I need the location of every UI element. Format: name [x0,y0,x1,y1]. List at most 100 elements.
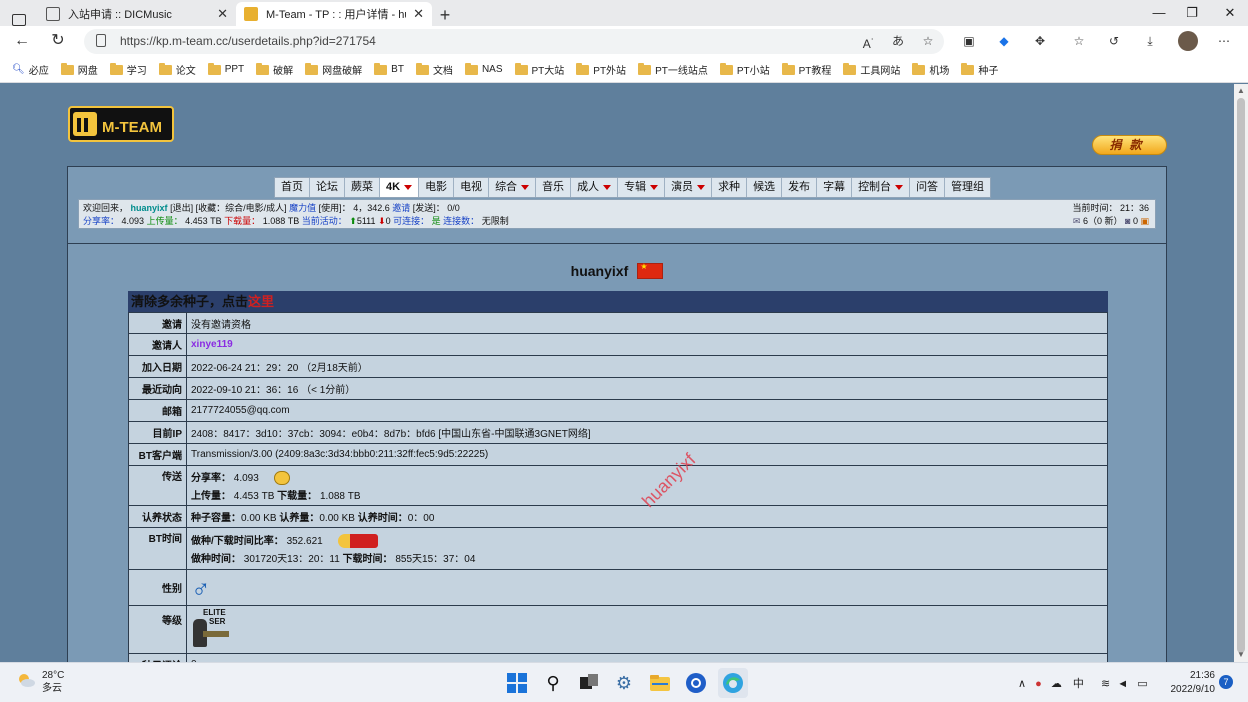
cloud-icon[interactable]: ☁ [1051,678,1062,690]
donate-button[interactable]: 捐款 [1092,135,1167,155]
nav-item[interactable]: 音乐 [536,178,572,197]
read-aloud-icon[interactable]: Aᐧ [858,31,878,51]
keep-amount-value: 0.00 KB [319,513,355,524]
bookmark-folder[interactable]: BT [374,62,404,75]
bookmark-folder[interactable]: 论文 [158,62,196,77]
bookmark-folder[interactable]: 文档 [415,62,453,77]
favorites-link[interactable]: [收藏：综合/电影/成人] [196,203,287,213]
nav-item[interactable]: 管理组 [945,178,990,197]
nav-item[interactable]: 成人 [571,178,619,197]
search-icon[interactable]: ⚲ [541,671,565,695]
favorites-icon[interactable]: ☆ [1069,31,1089,51]
invite-send-link[interactable]: [发送]： [413,203,445,213]
task-view-icon[interactable] [577,671,601,695]
table-row: 性别 ♂ [128,569,1108,606]
bonus-use-link[interactable]: [使用]： [319,203,351,213]
download-icon[interactable]: ⤓ [1140,31,1160,51]
ime-indicator[interactable]: 中 [1073,678,1084,690]
message-count[interactable]: 6（0 新） [1083,216,1123,226]
nav-item[interactable]: 演员 [665,178,713,197]
profile-avatar[interactable] [1178,31,1198,51]
bookmark-folder[interactable]: 网盘破解 [305,62,362,77]
rss-icon[interactable]: ▣ [1140,216,1149,226]
nav-item[interactable]: 字幕 [817,178,853,197]
new-tab-button[interactable]: + [432,4,458,26]
more-menu-icon[interactable]: ⋯ [1214,31,1234,51]
edge-icon[interactable] [718,668,748,698]
friends-icon[interactable]: ◙ [1125,216,1130,226]
bookmark-folder[interactable]: 工具网站 [843,62,900,77]
address-bar[interactable]: https://kp.m-team.cc/userdetails.php?id=… [84,29,944,54]
close-icon[interactable]: ✕ [413,6,424,22]
nav-item[interactable]: 蕨菜 [345,178,380,197]
shield-extension-icon[interactable]: ◆ [994,31,1014,51]
nav-item[interactable]: 论坛 [310,178,345,197]
nav-item[interactable]: 问答 [910,178,946,197]
notification-badge[interactable]: 7 [1219,675,1233,689]
bookmark-bing[interactable]: 🔍︎ 必应 [12,62,49,77]
bonus-link[interactable]: 魔力值 [289,203,316,213]
nav-item[interactable]: 求种 [712,178,748,197]
refresh-button[interactable]: ↻ [47,30,69,52]
messages-area: ✉ 6（0 新） ◙ 0 ▣ [1073,215,1149,228]
qq-icon[interactable]: ● [1035,678,1042,690]
bookmark-folder[interactable]: NAS [464,62,503,75]
nav-item[interactable]: 控制台 [852,178,911,197]
ratio-value: 4.093 [121,216,145,226]
inviter-link[interactable]: xinye119 [186,333,1108,356]
logout-link[interactable]: [退出] [170,203,193,213]
translate-icon[interactable]: あ [888,31,908,51]
favorite-add-icon[interactable]: ☆ [918,31,938,51]
battery-icon[interactable]: ▭ [1137,678,1147,690]
nav-item[interactable]: 综合 [489,178,537,197]
start-icon[interactable] [505,671,529,695]
extension-icon[interactable]: ▣ [959,31,979,51]
bookmark-folder[interactable]: PT外站 [576,62,626,77]
bookmark-folder[interactable]: PT大站 [514,62,564,77]
restore-button[interactable]: ❐ [1174,0,1210,26]
bookmark-folder[interactable]: PPT [207,62,244,75]
banner-link[interactable]: 这里 [248,294,274,309]
bookmark-folder[interactable]: 种子 [961,62,998,77]
scroll-down-icon[interactable]: ▼ [1237,650,1245,659]
bookmark-folder[interactable]: PT教程 [781,62,831,77]
tab-dicmusic[interactable]: 入站申请 :: DICMusic ✕ [38,2,236,26]
nav-item[interactable]: 4K [380,178,420,197]
bookmark-folder[interactable]: 破解 [256,62,293,77]
history-icon[interactable]: ↺ [1104,31,1124,51]
tab-actions-icon[interactable] [12,14,26,26]
file-explorer-icon[interactable] [648,671,672,695]
bookmark-folder[interactable]: PT一线站点 [638,62,708,77]
chevron-up-icon[interactable]: ∧ [1018,678,1026,690]
bookmark-folder[interactable]: 机场 [912,62,949,77]
tab-mteam[interactable]: M-Team - TP : : 用户详情 - hu ✕ [236,2,432,26]
extensions-icon[interactable]: ✥ [1030,31,1050,51]
nav-item[interactable]: 发布 [782,178,818,197]
back-button[interactable]: ← [11,30,33,52]
wifi-icon[interactable]: ≋ [1101,678,1110,690]
nav-item[interactable]: 专辑 [618,178,666,197]
volume-icon[interactable]: ◄ [1117,678,1128,690]
bookmark-folder[interactable]: PT小站 [719,62,770,77]
nav-item[interactable]: 候选 [747,178,783,197]
scrollbar-thumb[interactable] [1237,98,1245,653]
taskbar-clock[interactable]: 21:36 2022/9/10 [1163,669,1216,697]
close-icon[interactable]: ✕ [217,6,228,22]
nav-item[interactable]: 电视 [454,178,490,197]
nav-item[interactable]: 首页 [275,178,310,197]
bookmark-folder[interactable]: 网盘 [60,62,98,77]
settings-icon[interactable]: ⚙ [612,671,636,695]
table-row: 最近动向 2022-09-10 21：36：16 （< 1分前） [128,377,1108,400]
window-close-button[interactable]: ✕ [1212,0,1248,26]
email-value[interactable]: 2177724055@qq.com [186,399,1108,422]
minimize-button[interactable]: — [1141,0,1177,26]
username-link[interactable]: huanyixf [131,203,168,213]
mteam-logo[interactable]: M-TEAM [68,106,174,142]
invite-link[interactable]: 邀请 [392,203,410,213]
scroll-up-icon[interactable]: ▲ [1237,86,1245,95]
bookmark-folder[interactable]: 学习 [109,62,147,77]
page-scrollbar[interactable]: ▲ ▼ [1234,84,1248,662]
browser-app-icon[interactable] [684,671,708,695]
mail-icon[interactable]: ✉ [1073,216,1081,226]
nav-item[interactable]: 电影 [419,178,455,197]
